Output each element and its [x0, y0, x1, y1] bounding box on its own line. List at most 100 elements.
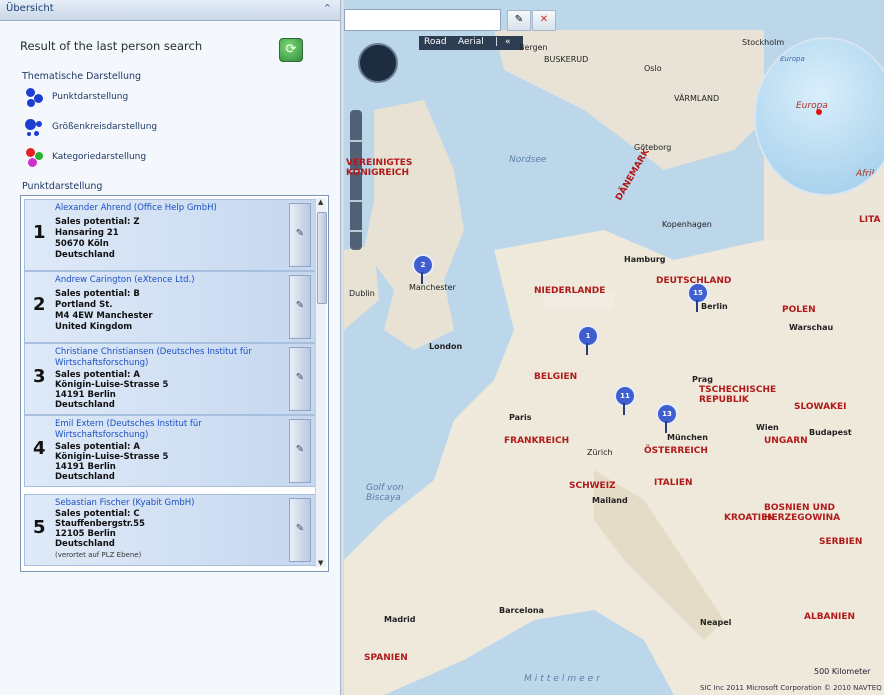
map-label: Zürich: [587, 448, 613, 457]
minimap-africa-label: Afrika: [856, 169, 883, 179]
map-label: DEUTSCHLAND: [656, 276, 732, 286]
item-number: 2: [33, 294, 46, 315]
item-line: Sales potential: Z: [55, 217, 140, 227]
refresh-button[interactable]: ⟳: [279, 38, 303, 62]
viz-item-dots[interactable]: Punktdarstellung: [24, 87, 254, 109]
locate-button[interactable]: ✎: [289, 498, 311, 562]
map-label: Nordsee: [509, 155, 547, 165]
result-title: Result of the last person search: [20, 39, 203, 53]
item-line: 14191 Berlin: [55, 462, 116, 472]
clear-tool-button[interactable]: ✕: [532, 10, 556, 31]
map-label: Golf von Biscaya: [366, 483, 404, 503]
map-label: Paris: [509, 413, 532, 422]
map-label: ALBANIEN: [804, 612, 856, 622]
map-pin[interactable]: 2: [412, 254, 434, 276]
view-road-button[interactable]: Road: [424, 37, 447, 47]
scroll-up-icon[interactable]: ▲: [318, 198, 323, 206]
locate-button[interactable]: ✎: [289, 347, 311, 411]
results-list: 1 Alexander Ahrend (Office Help GmbH) Sa…: [20, 195, 329, 572]
item-number: 3: [33, 366, 46, 387]
map-label: München: [667, 433, 708, 442]
list-item[interactable]: 5 Sebastian Fischer (Kyabit GmbH) Sales …: [24, 494, 318, 566]
map-label: SPANIEN: [364, 653, 408, 663]
item-name[interactable]: Andrew Carington (eXtence Ltd.): [55, 275, 280, 286]
overview-panel: Übersicht ⌃ Result of the last person se…: [0, 0, 341, 695]
map-label: Barcelona: [499, 606, 544, 615]
pan-compass[interactable]: [358, 43, 398, 83]
item-line: M4 4EW Manchester: [55, 311, 153, 321]
map-label: SERBIEN: [819, 537, 863, 547]
collapse-up-icon[interactable]: ⌃: [323, 2, 332, 15]
list-item[interactable]: 1 Alexander Ahrend (Office Help GmbH) Sa…: [24, 199, 318, 271]
map-label: Stockholm: [742, 38, 785, 47]
item-number: 1: [33, 222, 46, 243]
minimap-europe-label: Europa: [796, 101, 828, 111]
map-scale: 500 Kilometer: [814, 667, 871, 676]
item-line: Sales potential: A: [55, 442, 140, 452]
map-pin[interactable]: 1: [577, 325, 599, 347]
item-name[interactable]: Emil Extern (Deutsches Institut für Wirt…: [55, 419, 280, 441]
zoom-slider[interactable]: [350, 110, 362, 250]
locate-icon: ✎: [295, 300, 305, 311]
locate-icon: ✎: [295, 228, 305, 239]
scroll-down-icon[interactable]: ▼: [318, 559, 323, 567]
map-view[interactable]: ✎ ✕ Road Aerial | « Europa Europa Afrika…: [344, 0, 884, 695]
item-name[interactable]: Alexander Ahrend (Office Help GmbH): [55, 203, 280, 214]
locate-button[interactable]: ✎: [289, 419, 311, 483]
view-separator: |: [495, 37, 499, 47]
item-line: Deutschland: [55, 400, 115, 410]
locate-icon: ✎: [295, 523, 305, 534]
map-label: Göteborg: [634, 143, 672, 152]
item-line: Deutschland: [55, 539, 115, 549]
map-label: SCHWEIZ: [569, 481, 616, 491]
view-aerial-button[interactable]: Aerial: [458, 37, 484, 47]
scroll-thumb[interactable]: [317, 212, 327, 304]
view-collapse-button[interactable]: «: [505, 37, 511, 47]
map-copyright: SIC Inc 2011 Microsoft Corporation © 201…: [700, 684, 882, 692]
item-line: 50670 Köln: [55, 239, 109, 249]
map-label: Budapest: [809, 428, 852, 437]
list-item[interactable]: 2 Andrew Carington (eXtence Ltd.) Sales …: [24, 271, 318, 343]
viz-label: Größenkreisdarstellung: [52, 122, 158, 132]
item-name[interactable]: Sebastian Fischer (Kyabit GmbH): [55, 498, 280, 509]
search-tool-button[interactable]: ✎: [507, 10, 531, 31]
map-label: POLEN: [782, 305, 816, 315]
map-label: VEREINIGTES KÖNIGREICH: [346, 158, 413, 178]
viz-label: Kategoriedarstellung: [52, 152, 147, 162]
dot-chart-icon: [24, 87, 48, 109]
bubble-chart-icon: [24, 117, 48, 139]
item-line: 14191 Berlin: [55, 390, 116, 400]
panel-title: Übersicht: [6, 3, 54, 14]
map-label: Wien: [756, 423, 779, 432]
map-label: LITA: [859, 215, 881, 225]
list-scrollbar[interactable]: ▲ ▼: [315, 198, 327, 567]
viz-item-bubbles[interactable]: Größenkreisdarstellung: [24, 117, 254, 139]
thematic-title: Thematische Darstellung: [22, 71, 142, 82]
map-view-bar: Road Aerial | «: [419, 36, 523, 50]
map-label: BUSKERUD: [544, 55, 589, 64]
map-pin[interactable]: 11: [614, 385, 636, 407]
item-name[interactable]: Christiane Christiansen (Deutsches Insti…: [55, 347, 280, 369]
locate-button[interactable]: ✎: [289, 203, 311, 267]
list-title: Punktdarstellung: [22, 181, 103, 192]
viz-label: Punktdarstellung: [52, 92, 129, 102]
map-label: Mittelmeer: [524, 674, 603, 684]
minimap-sea-label: Europa: [780, 55, 805, 63]
locate-icon: ✎: [295, 444, 305, 455]
item-line: 12105 Berlin: [55, 529, 116, 539]
map-label: Oslo: [644, 64, 662, 73]
map-label: Kopenhagen: [662, 220, 712, 229]
map-label: Mailand: [592, 496, 628, 505]
item-line: Königin-Luise-Strasse 5: [55, 452, 169, 462]
map-search-input[interactable]: [344, 9, 501, 31]
map-label: Hamburg: [624, 255, 666, 264]
locate-button[interactable]: ✎: [289, 275, 311, 339]
item-line: United Kingdom: [55, 322, 133, 332]
map-label: Warschau: [789, 323, 834, 332]
viz-item-categories[interactable]: Kategoriedarstellung: [24, 147, 254, 169]
map-pin[interactable]: 13: [656, 403, 678, 425]
map-label: Prag: [692, 375, 713, 384]
category-chart-icon: [24, 147, 48, 169]
list-item[interactable]: 4 Emil Extern (Deutsches Institut für Wi…: [24, 415, 318, 487]
list-item[interactable]: 3 Christiane Christiansen (Deutsches Ins…: [24, 343, 318, 415]
